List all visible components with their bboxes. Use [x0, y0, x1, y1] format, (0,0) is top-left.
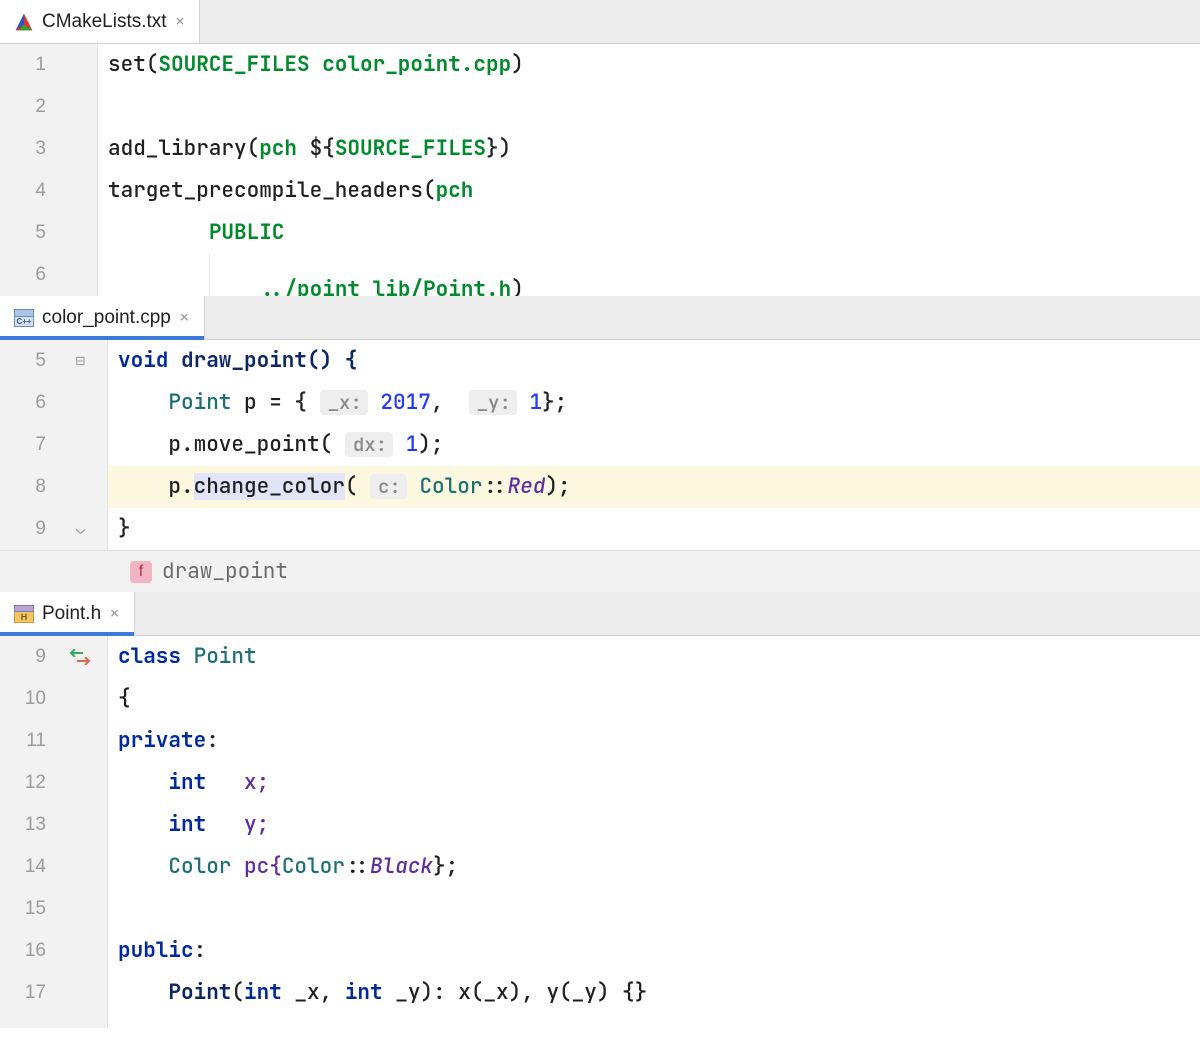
- vcs-change-icon[interactable]: [54, 636, 107, 678]
- line-number: 12: [25, 762, 46, 804]
- breadcrumb-label[interactable]: draw_point: [162, 558, 288, 585]
- code-line[interactable]: set(SOURCE_FILES color_point.cpp): [98, 44, 1200, 86]
- gutter: 9 10 11 12 13 14 15 16 17: [0, 636, 108, 1028]
- line-number: 4: [35, 170, 46, 212]
- line-number: 13: [25, 804, 46, 846]
- code-line[interactable]: public:: [108, 930, 1200, 972]
- cmake-icon: [14, 12, 34, 32]
- close-icon[interactable]: ×: [175, 10, 186, 33]
- tab-label: CMakeLists.txt: [42, 11, 167, 33]
- code-line[interactable]: PUBLIC: [98, 212, 1200, 254]
- code-line[interactable]: {: [108, 678, 1200, 720]
- param-hint: dx:: [345, 432, 393, 457]
- line-number: 2: [35, 86, 46, 128]
- line-number: 8: [35, 466, 46, 508]
- line-number: 14: [25, 846, 46, 888]
- tabbar: CMakeLists.txt ×: [0, 0, 1200, 44]
- code-line-highlighted[interactable]: p.change_color( c: Color::Red);: [108, 466, 1200, 508]
- editor-pane-h: H Point.h × 9 10 11 12 13 14 15 16 17: [0, 592, 1200, 1028]
- tab-label: color_point.cpp: [42, 307, 171, 329]
- code-line[interactable]: p.move_point( dx: 1);: [108, 424, 1200, 466]
- line-number: 16: [25, 930, 46, 972]
- code-line[interactable]: private:: [108, 720, 1200, 762]
- editor-pane-cpp: C++ color_point.cpp × 5 6 7 8 9 ⊟ ⌄ void…: [0, 296, 1200, 592]
- param-hint: _y:: [469, 390, 517, 415]
- code-line[interactable]: ../point_lib/Point.h): [98, 254, 1200, 296]
- code-area[interactable]: class Point { private: int x; int y; Col…: [108, 636, 1200, 1028]
- gutter: 1 2 3 4 5 6: [0, 44, 98, 296]
- line-number: 15: [25, 888, 46, 930]
- code-line[interactable]: Point(int _x, int _y): x(_x), y(_y) {}: [108, 972, 1200, 1014]
- code-area[interactable]: set(SOURCE_FILES color_point.cpp) add_li…: [98, 44, 1200, 296]
- tab-point-h[interactable]: H Point.h ×: [0, 592, 135, 635]
- tabbar: C++ color_point.cpp ×: [0, 296, 1200, 340]
- line-number: 11: [26, 720, 46, 762]
- code-line[interactable]: [108, 888, 1200, 930]
- tab-colorpoint[interactable]: C++ color_point.cpp ×: [0, 296, 205, 339]
- line-number: 10: [25, 678, 46, 720]
- fold-end-icon[interactable]: ⌄: [54, 508, 107, 550]
- editor-body[interactable]: 9 10 11 12 13 14 15 16 17: [0, 636, 1200, 1028]
- tab-label: Point.h: [42, 603, 101, 625]
- breadcrumb[interactable]: f draw_point: [0, 550, 1200, 592]
- code-line[interactable]: target_precompile_headers(pch: [98, 170, 1200, 212]
- param-hint: c:: [370, 474, 407, 499]
- code-line[interactable]: Color pc{Color::Black};: [108, 846, 1200, 888]
- code-line[interactable]: int x;: [108, 762, 1200, 804]
- line-number: 1: [35, 44, 46, 86]
- line-number: 5: [35, 212, 46, 254]
- line-number: 9: [35, 508, 46, 550]
- line-number: 3: [35, 128, 46, 170]
- line-number: 17: [25, 972, 46, 1014]
- line-number: 6: [35, 382, 46, 424]
- close-icon[interactable]: ×: [109, 602, 120, 625]
- editor-body[interactable]: 1 2 3 4 5 6 set(SOURCE_FILES color_point…: [0, 44, 1200, 296]
- code-line[interactable]: add_library(pch ${SOURCE_FILES}): [98, 128, 1200, 170]
- line-number: 7: [35, 424, 46, 466]
- line-number: 6: [35, 254, 46, 296]
- code-line[interactable]: Point p = { _x: 2017, _y: 1};: [108, 382, 1200, 424]
- h-file-icon: H: [14, 605, 34, 623]
- editor-body[interactable]: 5 6 7 8 9 ⊟ ⌄ void draw_point() { Point …: [0, 340, 1200, 550]
- fold-icon[interactable]: ⊟: [54, 340, 107, 382]
- code-area[interactable]: void draw_point() { Point p = { _x: 2017…: [108, 340, 1200, 550]
- gutter: 5 6 7 8 9 ⊟ ⌄: [0, 340, 108, 550]
- editor-pane-cmake: CMakeLists.txt × 1 2 3 4 5 6 set(SOURCE_…: [0, 0, 1200, 296]
- param-hint: _x:: [320, 390, 368, 415]
- tabbar: H Point.h ×: [0, 592, 1200, 636]
- line-number: 5: [35, 340, 46, 382]
- code-line[interactable]: }: [108, 508, 1200, 550]
- code-line[interactable]: class Point: [108, 636, 1200, 678]
- line-number: 9: [35, 636, 46, 678]
- code-line[interactable]: int y;: [108, 804, 1200, 846]
- function-badge-icon: f: [130, 561, 152, 583]
- code-line[interactable]: [98, 86, 1200, 128]
- code-line[interactable]: void draw_point() {: [108, 340, 1200, 382]
- close-icon[interactable]: ×: [179, 306, 190, 329]
- cpp-file-icon: C++: [14, 309, 34, 327]
- tab-cmakelists[interactable]: CMakeLists.txt ×: [0, 0, 200, 43]
